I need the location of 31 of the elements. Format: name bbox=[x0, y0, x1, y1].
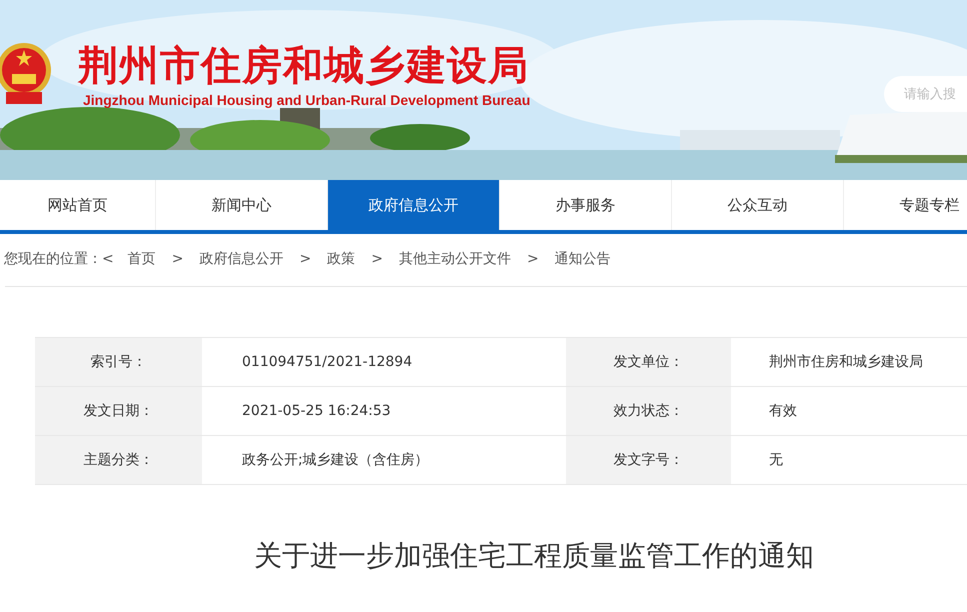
breadcrumb-separator: > bbox=[299, 251, 312, 267]
table-cell-text: 政务公开;城乡建设（含住房） bbox=[241, 451, 430, 470]
breadcrumb-separator: > bbox=[526, 251, 539, 267]
article-title: 关于进一步加强住宅工程质量监管工作的通知 bbox=[254, 539, 814, 572]
nav-tab[interactable]: 政府信息公开 bbox=[328, 180, 500, 230]
nav-tab[interactable]: 办事服务 bbox=[500, 180, 672, 230]
breadcrumb-link[interactable]: 通知公告 bbox=[554, 250, 611, 268]
nav-tab[interactable]: 网站首页 bbox=[0, 180, 156, 230]
breadcrumb-separator: > bbox=[172, 251, 184, 267]
breadcrumb-link[interactable]: 政策 bbox=[327, 250, 356, 268]
site-subtitle: Jingzhou Municipal Housing and Urban-Rural Development Bureau bbox=[83, 92, 530, 108]
table-cell: 主题分类： bbox=[35, 436, 202, 484]
breadcrumb-separator: > bbox=[371, 251, 383, 267]
site-title: 荆州市住房和城乡建设局 bbox=[78, 42, 529, 91]
table-cell-text: 2021-05-25 16:24:53 bbox=[241, 402, 392, 421]
table-cell: 索引号： bbox=[35, 338, 202, 386]
breadcrumb-link[interactable]: 其他主动公开文件 bbox=[398, 250, 511, 268]
table-cell-text: 有效 bbox=[768, 402, 798, 421]
table-cell: 效力状态： bbox=[566, 387, 731, 435]
nav-tab[interactable]: 公众互动 bbox=[672, 180, 844, 230]
breadcrumb-link[interactable]: 政府信息公开 bbox=[199, 250, 284, 268]
table-cell: 发文字号： bbox=[566, 436, 731, 484]
nav-tab[interactable]: 专题专栏 bbox=[844, 180, 967, 230]
table-cell-text: 荆州市住房和城乡建设局 bbox=[768, 353, 924, 372]
breadcrumb-link[interactable]: 首页 bbox=[128, 250, 156, 268]
search-field[interactable]: 请输入搜 bbox=[884, 76, 967, 112]
table-cell: 发文单位： bbox=[566, 338, 731, 386]
table-cell-text: 无 bbox=[768, 451, 784, 470]
table-cell-text: 011094751/2021-12894 bbox=[241, 353, 414, 372]
breadcrumb-label: 您现在的位置：< bbox=[4, 250, 114, 268]
table-cell: 发文日期： bbox=[35, 387, 202, 435]
